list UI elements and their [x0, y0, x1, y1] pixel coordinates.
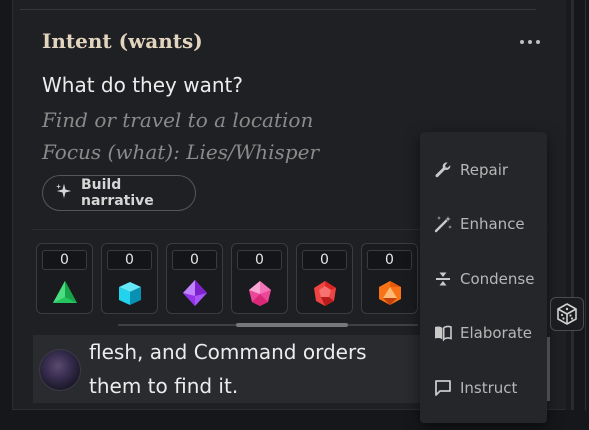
die-d12[interactable]: 0 [296, 243, 353, 314]
die-count[interactable]: 0 [237, 250, 282, 270]
die-d20[interactable]: 0 [361, 243, 418, 314]
menu-item-label: Condense [460, 270, 535, 288]
menu-item-label: Instruct [460, 379, 518, 397]
build-narrative-label: Build narrative [81, 177, 154, 209]
d10-icon [249, 281, 271, 306]
condense-icon [432, 268, 454, 290]
build-narrative-button[interactable]: Build narrative [42, 175, 196, 211]
message-icon [432, 377, 454, 399]
more-dot [536, 40, 540, 44]
menu-item-label: Repair [460, 161, 509, 179]
suggestion-text[interactable]: Find or travel to a location [42, 108, 313, 132]
more-dot [520, 40, 524, 44]
menu-item-elaborate[interactable]: Elaborate [420, 313, 547, 353]
die-d10[interactable]: 0 [231, 243, 288, 314]
prompt-question: What do they want? [42, 73, 243, 97]
d4-icon [53, 281, 77, 303]
die-d4[interactable]: 0 [36, 243, 93, 314]
open-book-icon [432, 322, 454, 344]
die-d6[interactable]: 0 [101, 243, 158, 314]
wrench-icon [432, 159, 454, 181]
dice-icon [557, 303, 577, 325]
menu-item-label: Elaborate [460, 324, 533, 342]
die-d8[interactable]: 0 [166, 243, 223, 314]
die-count[interactable]: 0 [367, 250, 412, 270]
more-dot [528, 40, 532, 44]
magic-wand-icon [432, 213, 454, 235]
chat-message: flesh, and Command orders them to find i… [33, 335, 421, 403]
die-count[interactable]: 0 [42, 250, 87, 270]
d12-icon [314, 281, 336, 306]
section-title: Intent (wants) [42, 29, 203, 53]
dice-scroll-thumb[interactable] [236, 323, 348, 327]
menu-item-instruct[interactable]: Instruct [420, 368, 547, 408]
die-count[interactable]: 0 [302, 250, 347, 270]
adjacent-panel-divider [585, 0, 586, 410]
menu-item-label: Enhance [460, 215, 525, 233]
app-root: Intent (wants) What do they want? Find o… [0, 0, 589, 430]
panel-top-divider [20, 9, 536, 10]
menu-item-enhance[interactable]: Enhance [420, 204, 547, 244]
chat-line: them to find it. [89, 374, 239, 398]
chat-scrollbar[interactable] [547, 337, 550, 401]
dice-roll-button[interactable] [550, 297, 584, 331]
sparkle-icon [55, 182, 73, 204]
menu-item-repair[interactable]: Repair [420, 150, 547, 190]
d20-icon [379, 281, 401, 305]
suggestion-text[interactable]: Focus (what): Lies/Whisper [42, 140, 319, 164]
menu-item-condense[interactable]: Condense [420, 259, 547, 299]
die-count[interactable]: 0 [172, 250, 217, 270]
more-options-button[interactable] [520, 36, 540, 48]
adjacent-panel [574, 0, 589, 410]
chat-message-text: flesh, and Command orders them to find i… [89, 335, 419, 403]
chat-line: flesh, and Command orders [89, 340, 367, 364]
die-count[interactable]: 0 [107, 250, 152, 270]
d8-icon [183, 280, 207, 306]
d6-icon [119, 282, 141, 305]
avatar[interactable] [39, 349, 81, 391]
